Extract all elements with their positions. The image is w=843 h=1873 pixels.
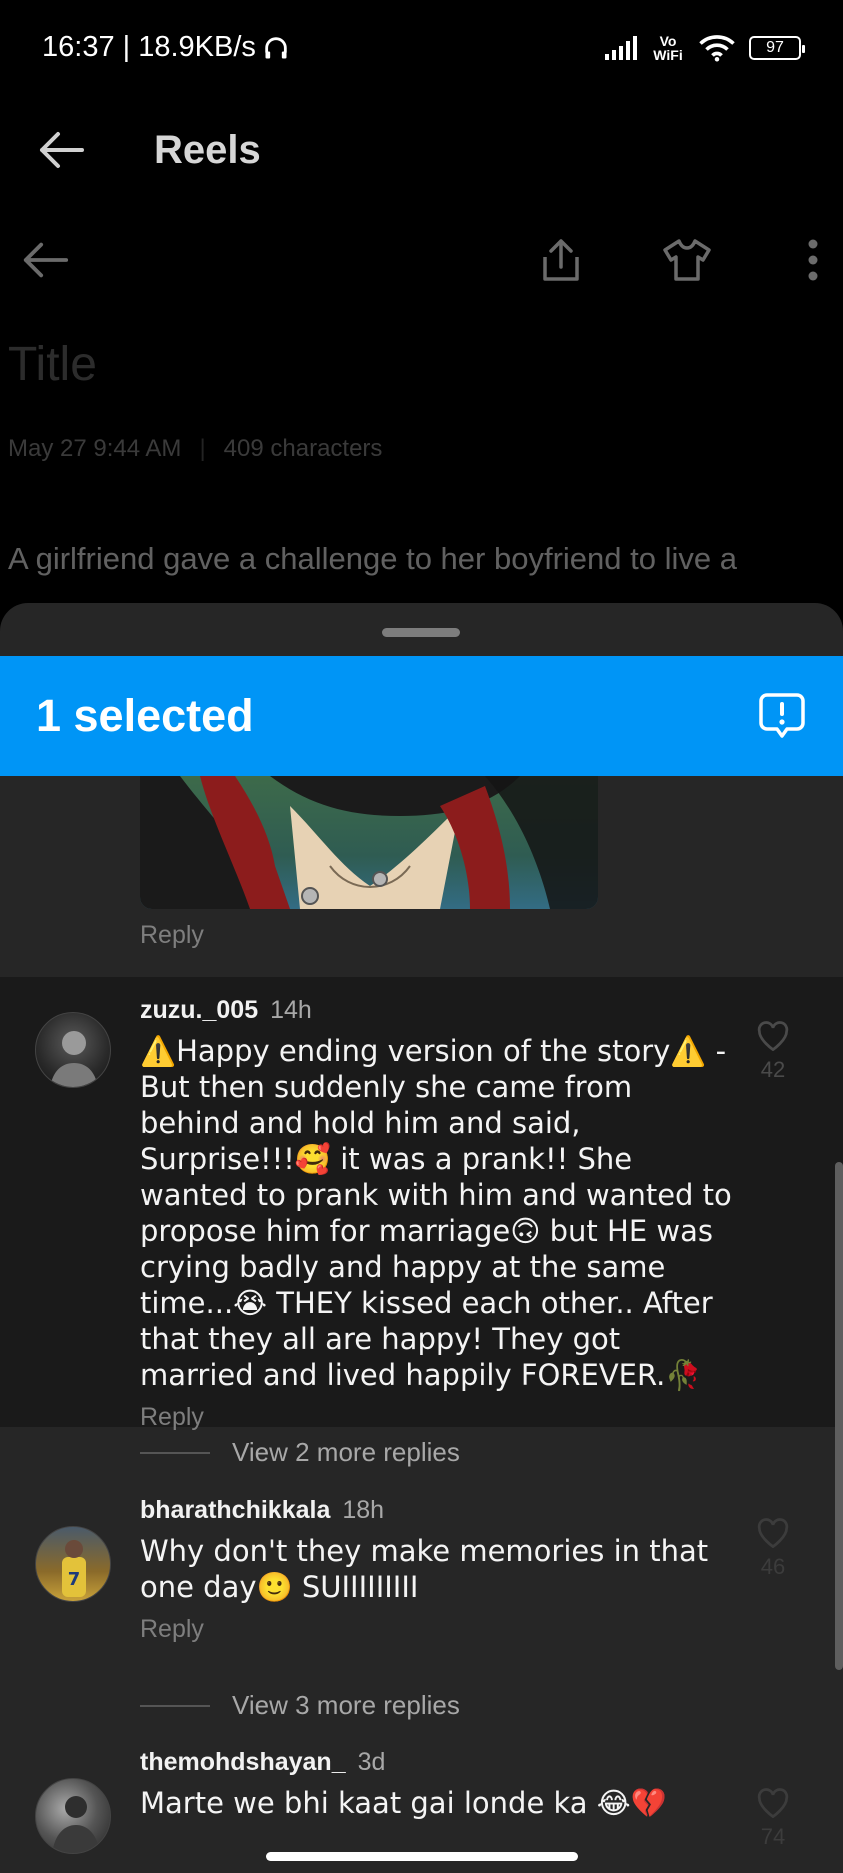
editor-back-button[interactable] xyxy=(20,235,70,285)
username[interactable]: zuzu._005 xyxy=(140,996,258,1024)
editor-toolbar xyxy=(0,225,843,295)
arrow-left-icon xyxy=(40,132,84,168)
status-bar: 16:37 | 18.9KB/s Vo WiFi 97 xyxy=(0,0,843,95)
page-title: Reels xyxy=(154,127,261,172)
battery-icon: 97 xyxy=(749,35,805,60)
arrow-left-icon xyxy=(23,242,69,278)
like-count: 42 xyxy=(760,1057,786,1082)
report-icon xyxy=(759,693,805,738)
avatar-image xyxy=(50,1031,98,1087)
like-button[interactable]: 74 xyxy=(748,1788,798,1850)
more-vertical-icon xyxy=(808,239,818,281)
status-right: Vo WiFi 97 xyxy=(605,32,805,63)
comment-text: Why don't they make memories in that one… xyxy=(140,1534,709,1604)
reply-button[interactable]: Reply xyxy=(140,1615,740,1644)
scrollbar[interactable] xyxy=(835,1162,843,1670)
avatar-image: 7 xyxy=(62,1540,86,1597)
like-count: 46 xyxy=(760,1554,786,1579)
note-body[interactable]: A girlfriend gave a challenge to her boy… xyxy=(8,535,737,583)
like-button[interactable]: 42 xyxy=(748,1021,798,1083)
shirt-icon xyxy=(663,239,711,281)
app-bar: Reels xyxy=(0,95,843,205)
home-indicator[interactable] xyxy=(266,1852,578,1861)
theme-button[interactable] xyxy=(662,235,712,285)
comment-time: 18h xyxy=(342,1496,385,1524)
share-button[interactable] xyxy=(536,235,586,285)
avatar[interactable] xyxy=(35,1778,111,1854)
heart-icon xyxy=(757,1788,789,1818)
note-title[interactable]: Title xyxy=(8,337,97,392)
wifi-icon xyxy=(699,34,735,61)
comment-body: zuzu._005 14h ⚠️Happy ending version of t… xyxy=(140,996,740,1432)
comment-image[interactable] xyxy=(140,776,598,909)
comment-time: 3d xyxy=(357,1748,386,1776)
view-more-replies-button[interactable]: View 3 more replies xyxy=(140,1690,460,1721)
divider-line xyxy=(140,1451,210,1454)
view-more-replies-button[interactable]: View 2 more replies xyxy=(140,1437,460,1468)
svg-text:7: 7 xyxy=(68,1569,81,1590)
heart-icon xyxy=(757,1021,789,1051)
report-button[interactable] xyxy=(757,691,807,741)
anime-image xyxy=(140,776,598,909)
vowifi-label: Vo WiFi xyxy=(653,32,683,63)
selected-count: 1 selected xyxy=(36,690,254,741)
like-button[interactable]: 46 xyxy=(748,1518,798,1580)
note-date: May 27 9:44 AM xyxy=(8,435,182,462)
comment-text: Marte we bhi kaat gai londe ka 😂💔 xyxy=(140,1786,667,1820)
username[interactable]: themohdshayan_ xyxy=(140,1748,346,1776)
view-more-replies-label: View 3 more replies xyxy=(232,1690,460,1720)
like-count: 74 xyxy=(760,1824,786,1849)
note-editor: Title May 27 9:44 AM | 409 characters A gi… xyxy=(0,205,843,625)
avatar-image xyxy=(52,1796,100,1853)
status-left: 16:37 | 18.9KB/s xyxy=(42,31,290,64)
comment-item-selected[interactable]: zuzu._005 14h ⚠️Happy ending version of t… xyxy=(0,977,843,1431)
avatar[interactable] xyxy=(35,1012,111,1088)
share-icon xyxy=(543,239,579,281)
battery-level: 97 xyxy=(766,38,784,56)
signal-icon xyxy=(605,35,637,60)
headphones-icon xyxy=(265,36,287,58)
comment-time: 14h xyxy=(270,996,312,1024)
meta-separator: | xyxy=(199,435,206,462)
comment-item[interactable]: 7 bharathchikkala 18h Why don't they make… xyxy=(0,1496,843,1696)
status-time-speed: 16:37 | 18.9KB/s xyxy=(42,31,256,63)
comment-text: ⚠️Happy ending version of the story⚠️ - … xyxy=(140,1034,732,1392)
comment-body: bharathchikkala 18h Why don't they make m… xyxy=(140,1496,740,1644)
comment-header: bharathchikkala 18h xyxy=(140,1496,740,1525)
comments-sheet: 1 selected Reply zuzu._005 14h ⚠️Happy e… xyxy=(0,603,843,1873)
reply-button[interactable]: Reply xyxy=(140,921,204,950)
view-more-replies-label: View 2 more replies xyxy=(232,1437,460,1467)
note-meta: May 27 9:44 AM | 409 characters xyxy=(8,435,382,463)
avatar[interactable]: 7 xyxy=(35,1526,111,1602)
comment-body: themohdshayan_ 3d Marte we bhi kaat gai l… xyxy=(140,1748,740,1821)
divider-line xyxy=(140,1704,210,1707)
reply-button[interactable]: Reply xyxy=(140,1403,740,1432)
back-button[interactable] xyxy=(34,123,88,177)
note-char-count: 409 characters xyxy=(223,435,383,462)
comment-header: themohdshayan_ 3d xyxy=(140,1748,740,1777)
heart-icon xyxy=(757,1518,789,1548)
selection-bar: 1 selected xyxy=(0,656,843,776)
more-options-button[interactable] xyxy=(788,235,838,285)
comment-header: zuzu._005 14h xyxy=(140,996,740,1025)
drag-handle[interactable] xyxy=(382,628,460,637)
username[interactable]: bharathchikkala xyxy=(140,1496,330,1524)
comment-list: Reply zuzu._005 14h ⚠️Happy ending versio… xyxy=(0,776,843,1873)
